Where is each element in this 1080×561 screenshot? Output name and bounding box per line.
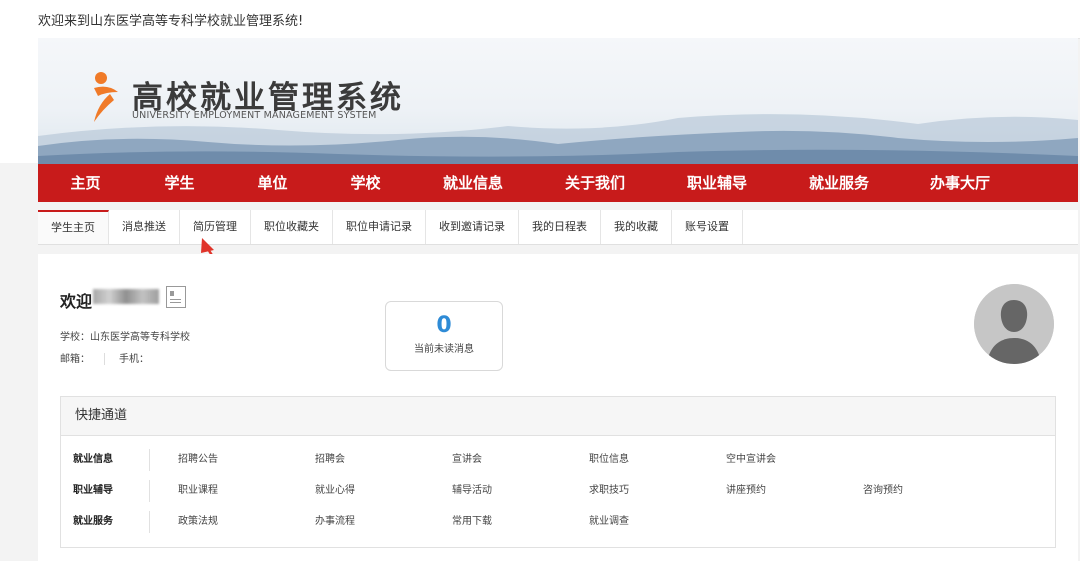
email-label: 邮箱：: [60, 354, 90, 365]
contact-info: 邮箱： 手机：: [60, 350, 149, 365]
tab-my-collection[interactable]: 我的收藏: [601, 210, 672, 244]
quick-row-employment-info: 就业信息 招聘公告 招聘会 宣讲会 职位信息 空中宣讲会: [61, 449, 1055, 471]
quick-row-career-guidance: 职业辅导 职业课程 就业心得 辅导活动 求职技巧 讲座预约 咨询预约: [61, 480, 1055, 502]
nav-employment-services[interactable]: 就业服务: [778, 164, 900, 202]
quick-link[interactable]: 招聘公告: [178, 449, 218, 471]
quick-link[interactable]: 招聘会: [315, 449, 345, 471]
student-dashboard: 欢迎 学校：山东医学高等专科学校 邮箱： 手机： 0 当前未读消息 快捷通道 就业…: [38, 254, 1078, 561]
profile-card-icon[interactable]: [166, 286, 186, 308]
school-info: 学校：山东医学高等专科学校: [60, 332, 190, 343]
unread-count: 0: [436, 313, 452, 338]
nav-employer[interactable]: 单位: [226, 164, 319, 202]
quick-link[interactable]: 办事流程: [315, 511, 355, 533]
unread-messages-box[interactable]: 0 当前未读消息: [385, 301, 503, 371]
welcome-greeting: 欢迎: [60, 292, 93, 311]
tab-invitation-records[interactable]: 收到邀请记录: [426, 210, 519, 244]
university-logo-icon: [94, 72, 118, 122]
student-subtabs: 学生主页 消息推送 简历管理 职位收藏夹 职位申请记录 收到邀请记录 我的日程表…: [38, 210, 1078, 245]
quick-link[interactable]: 讲座预约: [726, 480, 766, 502]
quick-link[interactable]: 常用下载: [452, 511, 492, 533]
top-welcome-bar: 欢迎来到山东医学高等专科学校就业管理系统!: [0, 0, 1080, 39]
nav-student[interactable]: 学生: [133, 164, 226, 202]
left-margin: [0, 38, 38, 163]
quick-link[interactable]: 宣讲会: [452, 449, 482, 471]
tab-student-home[interactable]: 学生主页: [38, 210, 109, 244]
quick-category: 职业辅导: [73, 480, 150, 502]
nav-home[interactable]: 主页: [38, 164, 133, 202]
tab-account-settings[interactable]: 账号设置: [672, 210, 743, 244]
tab-message-push[interactable]: 消息推送: [109, 210, 180, 244]
quick-link[interactable]: 就业心得: [315, 480, 355, 502]
quick-category: 就业服务: [73, 511, 150, 533]
welcome-message: 欢迎来到山东医学高等专科学校就业管理系统!: [38, 14, 304, 29]
nav-school[interactable]: 学校: [319, 164, 412, 202]
tab-my-schedule[interactable]: 我的日程表: [519, 210, 601, 244]
unread-caption: 当前未读消息: [414, 344, 474, 355]
system-subtitle: UNIVERSITY EMPLOYMENT MANAGEMENT SYSTEM: [132, 110, 377, 121]
tab-application-records[interactable]: 职位申请记录: [333, 210, 426, 244]
tab-job-favorites[interactable]: 职位收藏夹: [251, 210, 333, 244]
quick-link[interactable]: 求职技巧: [589, 480, 629, 502]
quick-access-panel: 快捷通道 就业信息 招聘公告 招聘会 宣讲会 职位信息 空中宣讲会 职业辅导 职…: [60, 396, 1056, 548]
quick-access-title: 快捷通道: [61, 397, 1055, 436]
quick-category: 就业信息: [73, 449, 150, 471]
quick-link[interactable]: 辅导活动: [452, 480, 492, 502]
quick-link[interactable]: 就业调查: [589, 511, 629, 533]
quick-link[interactable]: 政策法规: [178, 511, 218, 533]
nav-service-hall[interactable]: 办事大厅: [900, 164, 1020, 202]
quick-link[interactable]: 职位信息: [589, 449, 629, 471]
nav-employment-info[interactable]: 就业信息: [412, 164, 534, 202]
contact-divider: [104, 353, 105, 365]
quick-link[interactable]: 咨询预约: [863, 480, 903, 502]
quick-row-employment-services: 就业服务 政策法规 办事流程 常用下载 就业调查: [61, 511, 1055, 533]
quick-link[interactable]: 空中宣讲会: [726, 449, 776, 471]
default-user-icon: [974, 284, 1054, 364]
nav-about-us[interactable]: 关于我们: [534, 164, 656, 202]
redacted-student-name: [93, 289, 159, 304]
phone-label: 手机：: [119, 354, 149, 365]
site-banner: 高校就业管理系统 UNIVERSITY EMPLOYMENT MANAGEMEN…: [38, 38, 1078, 164]
avatar[interactable]: [974, 284, 1054, 364]
nav-career-guidance[interactable]: 职业辅导: [656, 164, 778, 202]
quick-link[interactable]: 职业课程: [178, 480, 218, 502]
main-nav: 主页 学生 单位 学校 就业信息 关于我们 职业辅导 就业服务 办事大厅: [38, 164, 1078, 202]
tab-resume-management[interactable]: 简历管理: [180, 210, 251, 244]
